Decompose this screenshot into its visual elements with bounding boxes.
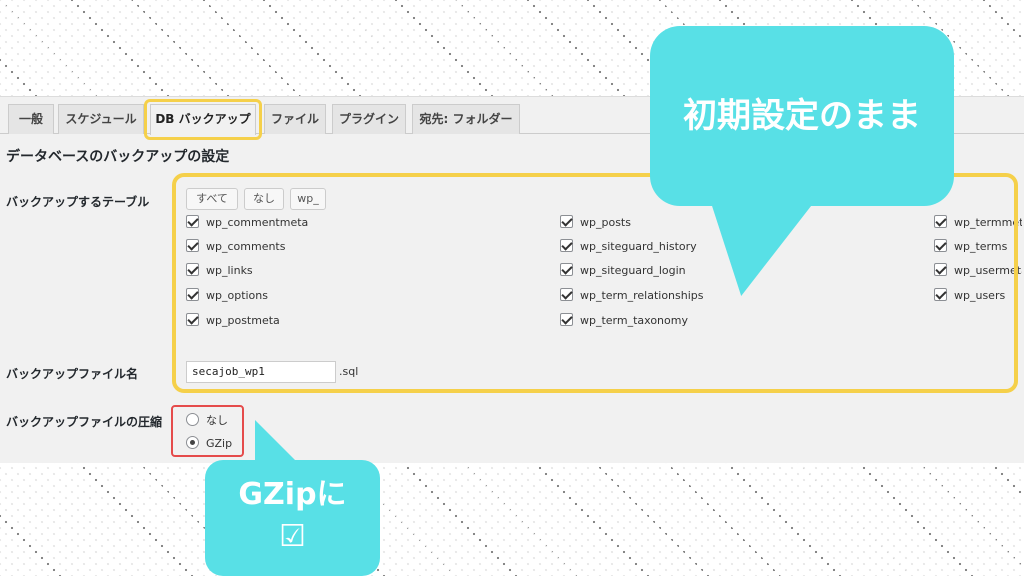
- callout-small-text: GZipに: [238, 477, 347, 512]
- compression-highlight-frame: [171, 405, 244, 457]
- checkbox-icon: ☑: [279, 519, 306, 554]
- tables-label: バックアップするテーブル: [6, 195, 150, 209]
- section-title: データベースのバックアップの設定: [6, 149, 230, 165]
- tab-schedule[interactable]: スケジュール: [58, 104, 144, 134]
- tab-highlight-frame: [144, 99, 262, 140]
- tab-files[interactable]: ファイル: [264, 104, 326, 134]
- settings-highlight-frame: [172, 173, 1018, 393]
- compression-label: バックアップファイルの圧縮: [6, 415, 163, 429]
- filename-label: バックアップファイル名: [6, 367, 139, 381]
- tab-destination-folder[interactable]: 宛先: フォルダー: [412, 104, 520, 134]
- tab-general[interactable]: 一般: [8, 104, 54, 134]
- callout-small: GZipに ☑: [205, 460, 380, 576]
- callout-main-tail: [691, 196, 819, 296]
- callout-main: 初期設定のまま: [650, 26, 954, 206]
- tab-plugins[interactable]: プラグイン: [332, 104, 406, 134]
